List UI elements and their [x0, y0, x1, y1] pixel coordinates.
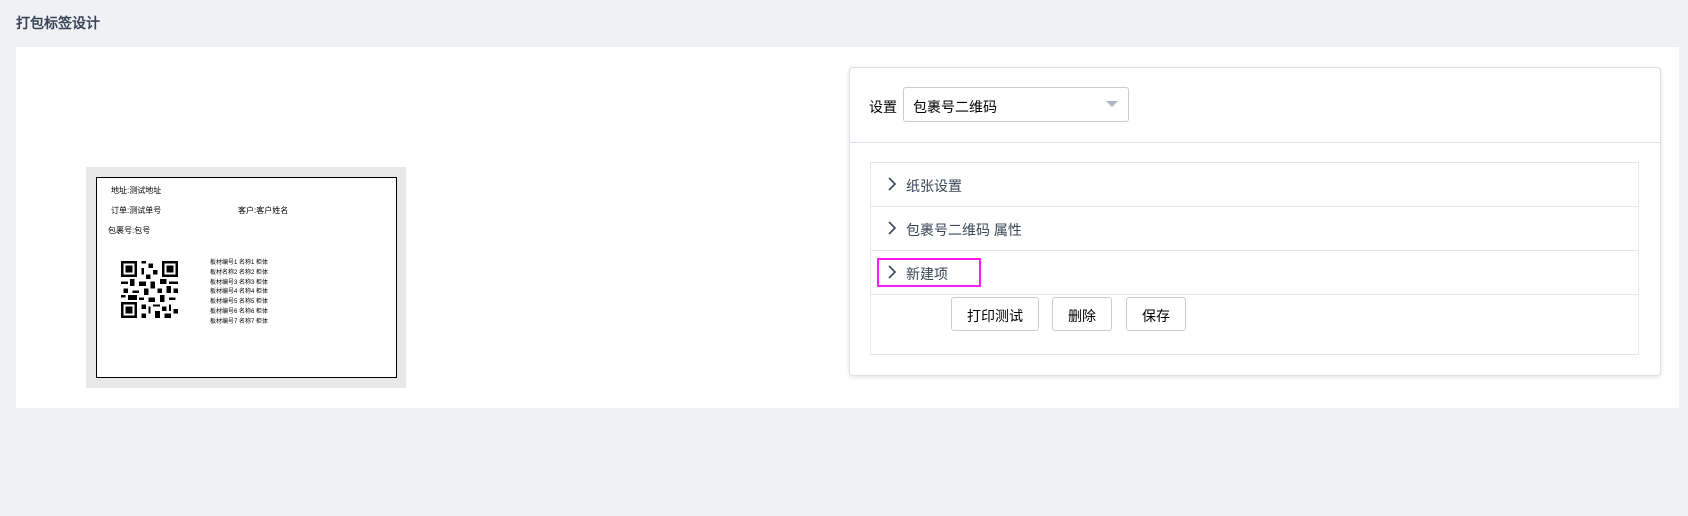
print-test-button[interactable]: 打印测试	[951, 297, 1039, 331]
label-package[interactable]: 包裹号:包号	[108, 225, 150, 236]
label-preview: 地址:测试地址 订单:测试单号 客户:客户姓名 包裹号:包号 板材编号1 名称1…	[86, 167, 406, 388]
save-button[interactable]: 保存	[1126, 297, 1186, 331]
label-item-line: 板材编号1 名称1 柜体	[210, 260, 269, 266]
label-item-line: 板材编号3 名称3 柜体	[210, 279, 269, 286]
chevron-right-icon	[888, 177, 897, 191]
settings-collapse: 纸张设置 包裹号二维码 属性 新建项 打印测试 删除 保存	[870, 162, 1639, 355]
label-address[interactable]: 地址:测试地址	[111, 185, 161, 196]
label-item-line: 板材编号7 名称7 柜体	[210, 318, 269, 325]
label-item-line: 板材编号4 名称4 柜体	[210, 289, 269, 296]
settings-label: 设置	[869, 99, 897, 115]
label-item-line: 板材编号5 名称5 柜体	[210, 299, 269, 306]
label-customer[interactable]: 客户:客户姓名	[238, 205, 288, 216]
label-paper[interactable]: 地址:测试地址 订单:测试单号 客户:客户姓名 包裹号:包号 板材编号1 名称1…	[96, 177, 397, 378]
settings-card: 设置 包裹号二维码 纸张设置 包裹号二维码 属性 新建项 打印测试 删除 保存	[849, 67, 1661, 376]
page-title: 打包标签设计	[16, 15, 100, 31]
panel-label: 纸张设置	[906, 178, 962, 194]
panel-paper-settings[interactable]: 纸张设置	[871, 163, 1638, 207]
element-select[interactable]: 包裹号二维码	[903, 87, 1129, 122]
qr-code-icon[interactable]	[121, 261, 178, 318]
label-item-line: 板材名称2 名称2 柜体	[210, 269, 269, 276]
panel-new-item[interactable]: 新建项	[871, 251, 1638, 295]
panel-label: 新建项	[906, 266, 948, 282]
panel-qr-properties[interactable]: 包裹号二维码 属性	[871, 207, 1638, 251]
delete-button[interactable]: 删除	[1052, 297, 1112, 331]
settings-header: 设置 包裹号二维码	[850, 68, 1660, 143]
design-panel: 地址:测试地址 订单:测试单号 客户:客户姓名 包裹号:包号 板材编号1 名称1…	[16, 47, 1679, 408]
chevron-right-icon	[888, 221, 897, 235]
element-select-value: 包裹号二维码	[913, 99, 997, 115]
label-item-list[interactable]: 板材编号1 名称1 柜体 板材名称2 名称2 柜体 板材编号3 名称3 柜体 板…	[210, 259, 268, 328]
chevron-right-icon	[888, 265, 897, 279]
label-order[interactable]: 订单:测试单号	[111, 205, 161, 216]
caret-down-icon	[1106, 101, 1118, 107]
panel-label: 包裹号二维码 属性	[906, 222, 1022, 238]
label-item-line: 板材编号6 名称6 柜体	[210, 308, 269, 315]
